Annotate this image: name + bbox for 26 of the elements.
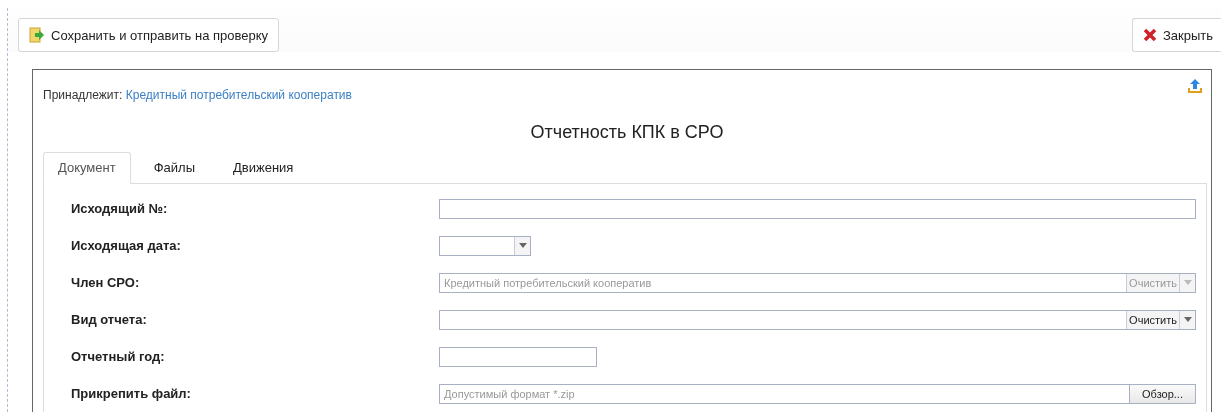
- save-button[interactable]: Сохранить и отправить на проверку: [18, 18, 280, 52]
- field-label: Исходящая дата:: [71, 238, 182, 253]
- browse-button[interactable]: Обзор...: [1129, 383, 1196, 404]
- field-label: Отчетный год:: [71, 349, 166, 364]
- date-field[interactable]: [439, 235, 531, 256]
- close-button[interactable]: Закрыть: [1131, 18, 1221, 52]
- input-field[interactable]: [439, 198, 1196, 219]
- field-placeholder: Допустимый формат *.zip: [443, 387, 576, 400]
- input-field[interactable]: [439, 346, 597, 367]
- upload-icon[interactable]: [1187, 78, 1203, 94]
- owner-link[interactable]: Кредитный потребительский кооператив: [125, 88, 352, 102]
- combo-field[interactable]: Очистить: [439, 309, 1196, 330]
- clear-button[interactable]: Очистить: [1126, 310, 1179, 329]
- tab[interactable]: Документ: [43, 152, 131, 184]
- field-label: Исходящий №:: [71, 201, 169, 216]
- owner-text: Принадлежит: Кредитный потребительский кооператив: [43, 88, 353, 102]
- caret-icon[interactable]: [514, 236, 530, 255]
- close-icon: [1142, 28, 1157, 42]
- form-title: Отчетность КПК в СРО: [529, 122, 725, 143]
- field-label: Прикрепить файл:: [71, 386, 192, 401]
- file-field[interactable]: Допустимый формат *.zip Обзор...: [439, 383, 1196, 404]
- document-arrow-icon: [29, 27, 45, 43]
- caret-icon[interactable]: [1179, 310, 1195, 329]
- field-label: Вид отчета:: [71, 312, 148, 327]
- field-label: Член СРО:: [71, 275, 141, 290]
- field-placeholder: Кредитный потребительский кооператив: [443, 276, 653, 289]
